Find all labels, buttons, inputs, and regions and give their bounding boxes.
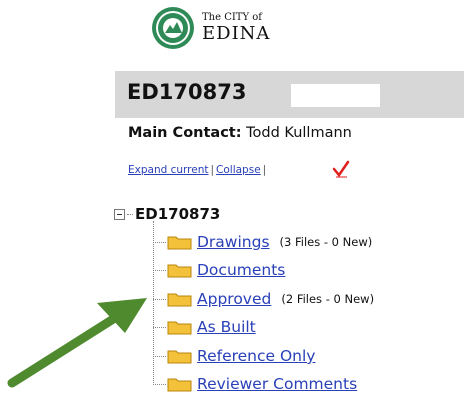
folder-link-as-built[interactable]: As Built xyxy=(197,318,256,336)
folder-icon xyxy=(167,378,192,392)
project-header: ED170873 xyxy=(115,71,464,118)
tree-item-documents[interactable]: Documents xyxy=(153,259,295,281)
collapse-link[interactable]: Collapse xyxy=(216,164,261,176)
tree-item-reference-only[interactable]: Reference Only xyxy=(153,345,325,367)
folder-meta-approved: (2 Files - 0 New) xyxy=(281,292,375,306)
city-logo: The CITY of EDINA xyxy=(151,6,270,50)
folder-link-reviewer-comments[interactable]: Reviewer Comments xyxy=(197,375,357,393)
tree-controls: Expand current | Collapse | xyxy=(128,164,268,176)
tree-connector xyxy=(153,269,166,271)
tree-item-drawings[interactable]: Drawings (3 Files - 0 New) xyxy=(153,231,372,253)
folder-icon xyxy=(167,264,192,278)
tree-connector xyxy=(153,241,166,243)
folder-icon xyxy=(167,350,192,364)
tree-item-as-built[interactable]: As Built xyxy=(153,316,266,338)
folder-link-approved[interactable]: Approved xyxy=(197,290,271,308)
tree-item-approved[interactable]: Approved (2 Files - 0 New) xyxy=(153,288,374,310)
folder-meta-drawings: (3 Files - 0 New) xyxy=(279,235,373,249)
tree-item-reviewer-comments[interactable]: Reviewer Comments xyxy=(153,373,367,395)
folder-icon xyxy=(167,321,192,335)
folder-link-reference-only[interactable]: Reference Only xyxy=(197,347,315,365)
header-blank-box xyxy=(291,84,380,107)
tree-connector xyxy=(153,298,166,300)
expand-current-link[interactable]: Expand current xyxy=(128,164,208,176)
link-separator-1: | xyxy=(210,164,215,176)
tree-connector xyxy=(127,213,133,215)
folder-link-documents[interactable]: Documents xyxy=(197,261,285,279)
main-contact-name: Todd Kullmann xyxy=(246,125,352,141)
logo-line2: EDINA xyxy=(202,23,271,44)
folder-icon xyxy=(167,236,192,250)
main-contact: Main Contact: Todd Kullmann xyxy=(128,125,352,141)
link-separator-2: | xyxy=(262,164,267,176)
project-title: ED170873 xyxy=(127,80,247,104)
logo-line1: The CITY of xyxy=(202,12,262,23)
folder-link-drawings[interactable]: Drawings xyxy=(197,233,270,251)
folder-icon xyxy=(167,293,192,307)
tree-root-label: ED170873 xyxy=(135,205,221,223)
tree-connector xyxy=(153,326,166,328)
minus-box-icon[interactable] xyxy=(114,208,125,220)
main-contact-label: Main Contact: xyxy=(128,125,242,141)
city-seal-icon xyxy=(152,7,194,49)
tree-connector xyxy=(153,383,166,385)
tree-root: ED170873 xyxy=(114,205,220,223)
checkmark-icon[interactable] xyxy=(332,160,350,178)
tree-connector xyxy=(153,355,166,357)
